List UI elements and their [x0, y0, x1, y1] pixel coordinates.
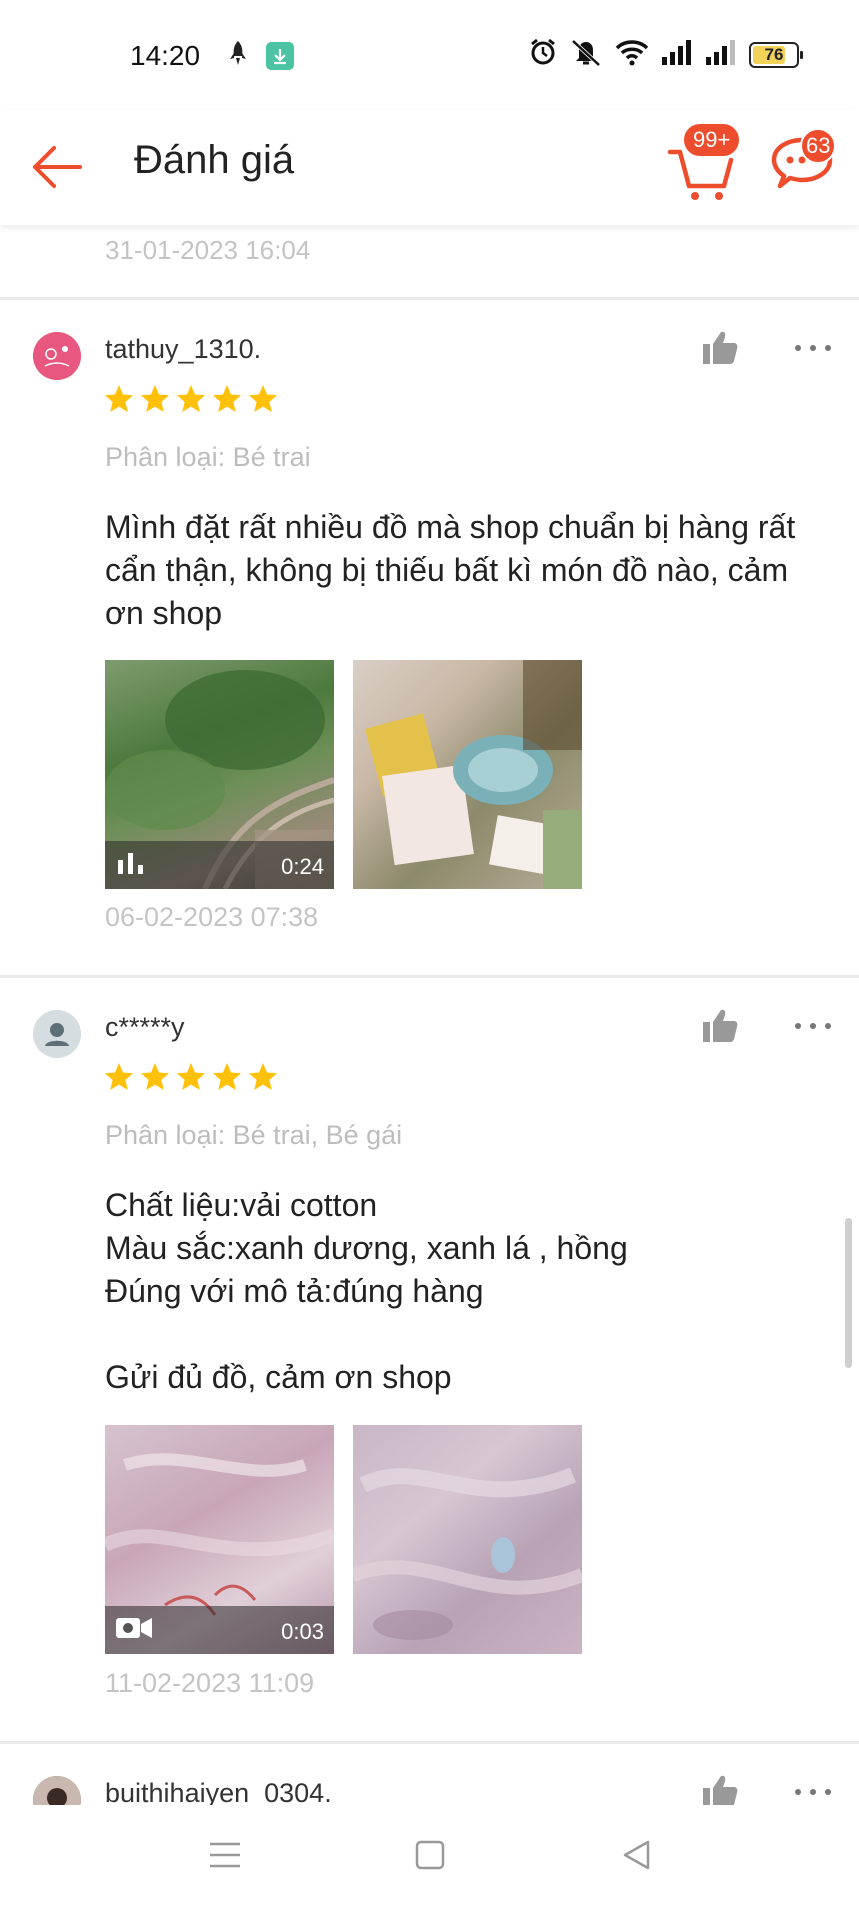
variant-label: Phân loại: Bé trai, Bé gái: [105, 1120, 403, 1150]
menu-icon: [210, 1842, 240, 1868]
signal-icon: [661, 38, 693, 71]
home-button[interactable]: [405, 1830, 455, 1880]
username: tathuy_1310.: [105, 334, 262, 364]
avatar[interactable]: [33, 1776, 81, 1805]
more-options-button[interactable]: [795, 333, 831, 363]
thumbs-up-icon: [703, 331, 738, 364]
signal-icon: [705, 38, 737, 71]
star-icon: [105, 1063, 133, 1090]
more-options-button[interactable]: [795, 1777, 831, 1805]
back-button[interactable]: [28, 135, 88, 195]
review-image[interactable]: [353, 660, 582, 889]
star-icon: [213, 1063, 241, 1090]
rocket-icon: [228, 40, 248, 71]
alarm-icon: [529, 38, 557, 71]
menu-button[interactable]: [200, 1830, 250, 1880]
star-icon: [177, 1063, 205, 1090]
username: c*****y: [105, 1012, 185, 1042]
divider: [0, 297, 859, 300]
star-icon: [141, 1063, 169, 1090]
variant-label: Phân loại: Bé trai: [105, 442, 311, 472]
review-content: Chất liệu:vải cotton Màu sắc:xanh dương,…: [105, 1187, 628, 1395]
video-duration: 0:03: [281, 1619, 324, 1644]
divider: [0, 975, 859, 978]
download-icon: [266, 41, 294, 70]
review-date: 11-02-2023 11:09: [105, 1668, 315, 1698]
divider: [0, 1741, 859, 1744]
star-rating: [104, 384, 278, 414]
wifi-icon: [615, 38, 649, 71]
like-button[interactable]: [700, 1772, 740, 1805]
star-icon: [249, 1063, 277, 1090]
star-icon: [213, 385, 241, 412]
arrow-left-icon: [33, 146, 82, 188]
default-avatar-icon: [33, 1010, 81, 1058]
status-time: 14:20: [130, 40, 201, 71]
triangle-back-icon: [623, 1840, 650, 1870]
review-content: Mình đặt rất nhiều đồ mà shop chuẩn bị h…: [105, 509, 796, 631]
review-image[interactable]: [353, 1425, 582, 1654]
reviews-list[interactable]: 31-01-2023 16:04 tathuy_1310. Phân loại:…: [0, 225, 859, 1805]
thumbs-up-icon: [703, 1009, 738, 1042]
home-square-icon: [415, 1840, 445, 1870]
like-button[interactable]: [700, 328, 740, 368]
review-date: 31-01-2023 16:04: [105, 235, 311, 265]
cart-badge: 99+: [682, 122, 742, 158]
cart-button[interactable]: 99+: [664, 122, 744, 204]
star-rating: [104, 1062, 278, 1092]
review-video[interactable]: 0:03: [105, 1425, 334, 1654]
avatar[interactable]: [33, 332, 81, 380]
app-header: Đánh giá 99+ 63: [0, 110, 859, 225]
avatar[interactable]: [33, 1010, 81, 1058]
thumbs-up-icon: [703, 1775, 738, 1805]
page-title: Đánh giá: [134, 138, 295, 182]
review-video[interactable]: 0:24: [105, 660, 334, 889]
star-icon: [141, 385, 169, 412]
status-left-icons: [228, 40, 294, 71]
mute-icon: [569, 38, 603, 71]
status-right-icons: 76: [529, 38, 803, 71]
battery-level: 76: [764, 44, 784, 64]
chat-button[interactable]: 63: [768, 124, 848, 204]
battery-indicator: 76: [749, 41, 803, 68]
more-options-button[interactable]: [795, 1011, 831, 1041]
review-date: 06-02-2023 07:38: [105, 902, 319, 932]
star-icon: [105, 385, 133, 412]
like-button[interactable]: [700, 1006, 740, 1046]
status-bar: 14:20 76: [0, 0, 859, 110]
star-icon: [249, 385, 277, 412]
video-camera-icon: [115, 1615, 153, 1646]
audio-bars-icon: [115, 850, 147, 881]
username: buithihaiyen_0304.: [105, 1778, 332, 1805]
scrollbar[interactable]: [845, 1218, 852, 1368]
video-duration: 0:24: [281, 854, 324, 879]
star-icon: [177, 385, 205, 412]
system-nav-bar: [0, 1805, 859, 1908]
back-nav-button[interactable]: [612, 1830, 662, 1880]
